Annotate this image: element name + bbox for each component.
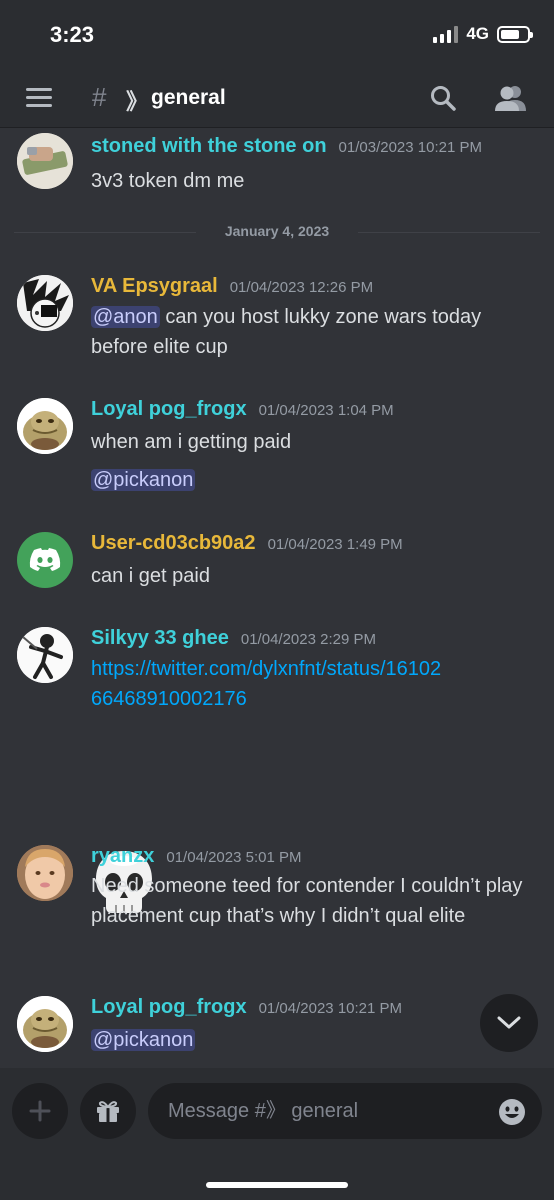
message-header: User-cd03cb90a2 01/04/2023 1:49 PM xyxy=(91,532,403,555)
message-link[interactable]: https://twitter.com/dylxnfnt/status/1610… xyxy=(91,658,441,710)
avatar[interactable] xyxy=(17,398,73,454)
username[interactable]: Loyal pog_frogx xyxy=(91,996,247,1019)
channel-category-chevron-icon: 》 xyxy=(126,89,149,114)
timestamp: 01/04/2023 1:49 PM xyxy=(267,536,403,553)
jump-to-latest-button[interactable] xyxy=(480,994,538,1052)
status-bar: 3:23 4G xyxy=(0,0,554,68)
username[interactable]: stoned with the stone on xyxy=(91,135,327,158)
gift-icon xyxy=(97,1101,119,1122)
user-mention[interactable]: @anon xyxy=(91,306,160,328)
message-text: can i get paid xyxy=(91,565,210,587)
message-header: Silkyy 33 ghee 01/04/2023 2:29 PM xyxy=(91,627,376,650)
timestamp: 01/03/2023 10:21 PM xyxy=(338,139,482,156)
timestamp: 01/04/2023 12:26 PM xyxy=(229,279,374,296)
discord-logo-icon xyxy=(29,548,61,571)
channel-name[interactable]: general xyxy=(151,86,226,110)
user-mention[interactable]: @pickanon xyxy=(91,1029,196,1051)
chevron-down-icon xyxy=(497,1016,521,1029)
timestamp: 01/04/2023 10:21 PM xyxy=(258,1000,403,1017)
add-attachment-button[interactable] xyxy=(12,1083,68,1139)
message-header: ryanzx 01/04/2023 5:01 PM xyxy=(91,845,301,868)
username[interactable]: Silkyy 33 ghee xyxy=(91,627,229,650)
message-text: @anon can you host lukky zone wars today… xyxy=(91,302,531,362)
date-divider: January 4, 2023 xyxy=(14,221,540,241)
emoji-picker-icon[interactable] xyxy=(498,1098,526,1126)
channel-hash-icon: # xyxy=(92,82,107,112)
home-indicator xyxy=(206,1182,348,1188)
search-icon[interactable] xyxy=(430,85,456,111)
avatar[interactable] xyxy=(17,627,73,683)
username[interactable]: Loyal pog_frogx xyxy=(91,398,247,421)
avatar[interactable] xyxy=(17,996,73,1052)
channel-header: # 》 general xyxy=(0,68,554,128)
message-mention-line: @pickanon xyxy=(91,1025,531,1055)
network-type: 4G xyxy=(466,24,489,43)
avatar[interactable] xyxy=(17,275,73,331)
gift-button[interactable] xyxy=(80,1083,136,1139)
message-composer xyxy=(0,1068,554,1200)
message-text: 3v3 token dm me xyxy=(91,170,245,192)
timestamp: 01/04/2023 5:01 PM xyxy=(166,849,302,866)
message-link-line: https://twitter.com/dylxnfnt/status/1610… xyxy=(91,654,451,714)
message-header: Loyal pog_frogx 01/04/2023 1:04 PM xyxy=(91,398,394,421)
user-mention[interactable]: @pickanon xyxy=(91,469,196,491)
avatar[interactable] xyxy=(17,532,73,588)
date-divider-label: January 4, 2023 xyxy=(224,223,330,239)
battery-icon xyxy=(497,25,533,43)
message-header: Loyal pog_frogx 01/04/2023 10:21 PM xyxy=(91,996,402,1019)
members-icon[interactable] xyxy=(494,84,526,112)
message-list[interactable]: stoned with the stone on 01/03/2023 10:2… xyxy=(0,129,554,1067)
message-mention-line: @pickanon xyxy=(91,465,531,495)
username[interactable]: User-cd03cb90a2 xyxy=(91,532,256,555)
hamburger-menu-icon[interactable] xyxy=(26,88,52,108)
username[interactable]: VA Epsygraal xyxy=(91,275,218,298)
username[interactable]: ryanzx xyxy=(91,845,154,868)
message-header: stoned with the stone on 01/03/2023 10:2… xyxy=(91,135,482,158)
avatar[interactable] xyxy=(17,133,73,189)
status-time: 3:23 xyxy=(50,22,95,47)
avatar[interactable] xyxy=(17,845,73,901)
message-header: VA Epsygraal 01/04/2023 12:26 PM xyxy=(91,275,373,298)
message-text: when am i getting paid xyxy=(91,431,292,453)
cellular-signal-icon xyxy=(433,25,459,43)
timestamp: 01/04/2023 1:04 PM xyxy=(258,402,394,419)
plus-icon xyxy=(29,1100,51,1122)
message-text: Need someone teed for contender I couldn… xyxy=(91,875,523,927)
timestamp: 01/04/2023 2:29 PM xyxy=(240,631,376,648)
message-input[interactable] xyxy=(148,1083,542,1139)
status-indicators: 4G xyxy=(433,24,533,44)
